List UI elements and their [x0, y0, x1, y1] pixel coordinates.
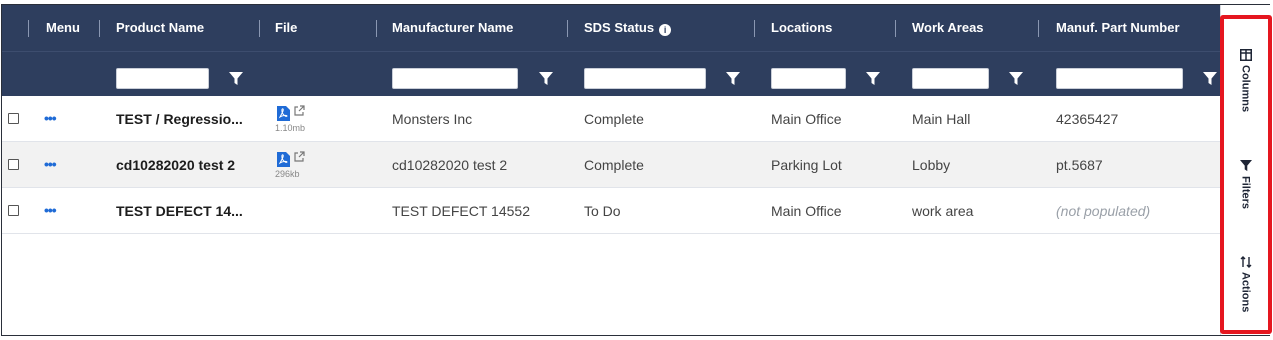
column-header-manufacturer-name[interactable]: Manufacturer Name [392, 5, 513, 51]
sds-status-cell: Complete [584, 111, 644, 127]
column-separator [259, 20, 260, 37]
columns-icon [1239, 49, 1252, 62]
filter-icon[interactable] [1203, 72, 1217, 86]
filter-icon [1239, 160, 1252, 172]
column-separator [895, 20, 896, 37]
filter-icon[interactable] [866, 72, 880, 86]
row-checkbox[interactable] [8, 159, 19, 170]
actions-tab[interactable]: Actions [1221, 248, 1270, 320]
filter-icon[interactable] [1009, 72, 1023, 86]
sds-status-filter-input[interactable] [584, 68, 706, 89]
work-areas-filter-input[interactable] [912, 68, 989, 89]
row-menu-button[interactable]: ••• [44, 188, 57, 234]
part-number-filter-input[interactable] [1056, 68, 1183, 89]
row-menu-button[interactable]: ••• [44, 96, 57, 142]
sds-status-cell: Complete [584, 157, 644, 173]
column-header-product-name[interactable]: Product Name [116, 5, 204, 51]
part-number-cell: 42365427 [1056, 111, 1119, 127]
sds-status-label: SDS Status [584, 20, 655, 35]
work-area-cell: Lobby [912, 157, 951, 173]
file-cell: 1.10mb [275, 103, 315, 137]
external-link-icon[interactable] [294, 151, 305, 162]
product-name-cell[interactable]: TEST DEFECT 14... [116, 188, 243, 234]
column-header-menu[interactable]: Menu [46, 5, 80, 51]
manufacturer-cell: cd10282020 test 2 [392, 157, 508, 173]
row-checkbox[interactable] [8, 205, 19, 216]
filter-icon[interactable] [726, 72, 740, 86]
filter-icon[interactable] [539, 72, 553, 86]
columns-tab[interactable]: Columns [1221, 39, 1270, 123]
column-separator [99, 20, 100, 37]
column-separator [28, 20, 29, 37]
filter-row [2, 51, 1220, 96]
info-icon[interactable]: i [659, 24, 672, 36]
column-separator [567, 20, 568, 37]
table-row[interactable]: ••• TEST DEFECT 14... TEST DEFECT 14552 … [2, 188, 1220, 234]
column-header-manuf-part-number[interactable]: Manuf. Part Number [1056, 5, 1180, 51]
manufacturer-cell: TEST DEFECT 14552 [392, 203, 530, 219]
filter-icon[interactable] [229, 72, 243, 86]
pdf-icon[interactable] [277, 152, 290, 167]
file-size: 296kb [275, 169, 300, 179]
part-number-cell: (not populated) [1056, 203, 1151, 219]
sort-actions-icon [1240, 255, 1251, 268]
sds-status-cell: To Do [584, 203, 621, 219]
file-size: 1.10mb [275, 123, 306, 133]
column-separator [376, 20, 377, 37]
pdf-icon[interactable] [277, 106, 290, 121]
location-cell: Main Office [771, 203, 842, 219]
work-area-cell: Main Hall [912, 111, 971, 127]
filters-tab-label: Filters [1239, 176, 1252, 210]
columns-tab-label: Columns [1239, 65, 1252, 113]
actions-tab-label: Actions [1239, 271, 1252, 313]
product-table: Menu Product Name File Manufacturer Name… [2, 5, 1220, 337]
work-area-cell: work area [912, 203, 974, 219]
location-cell: Main Office [771, 111, 842, 127]
part-number-cell: pt.5687 [1056, 157, 1103, 173]
side-panel: Columns Filters Actions [1220, 5, 1270, 335]
column-separator [1038, 20, 1039, 37]
filters-tab[interactable]: Filters [1221, 150, 1270, 220]
row-menu-button[interactable]: ••• [44, 142, 57, 188]
column-header-locations[interactable]: Locations [771, 5, 832, 51]
locations-filter-input[interactable] [771, 68, 846, 89]
file-cell: 296kb [275, 149, 315, 183]
column-header-sds-status[interactable]: SDS Status i [584, 5, 672, 51]
product-grid-panel: Menu Product Name File Manufacturer Name… [1, 4, 1270, 336]
table-row[interactable]: ••• cd10282020 test 2 296kb cd10282020 t… [2, 142, 1220, 188]
row-checkbox[interactable] [8, 113, 19, 124]
product-name-cell[interactable]: TEST / Regressio... [116, 96, 243, 142]
product-name-cell[interactable]: cd10282020 test 2 [116, 142, 235, 188]
column-header-work-areas[interactable]: Work Areas [912, 5, 984, 51]
column-separator [754, 20, 755, 37]
manufacturer-name-filter-input[interactable] [392, 68, 518, 89]
table-header: Menu Product Name File Manufacturer Name… [2, 5, 1220, 51]
location-cell: Parking Lot [771, 157, 842, 173]
external-link-icon[interactable] [294, 105, 305, 116]
manufacturer-cell: Monsters Inc [392, 111, 473, 127]
table-row[interactable]: ••• TEST / Regressio... 1.10mb Monsters … [2, 96, 1220, 142]
product-name-filter-input[interactable] [116, 68, 209, 89]
column-header-file[interactable]: File [275, 5, 297, 51]
